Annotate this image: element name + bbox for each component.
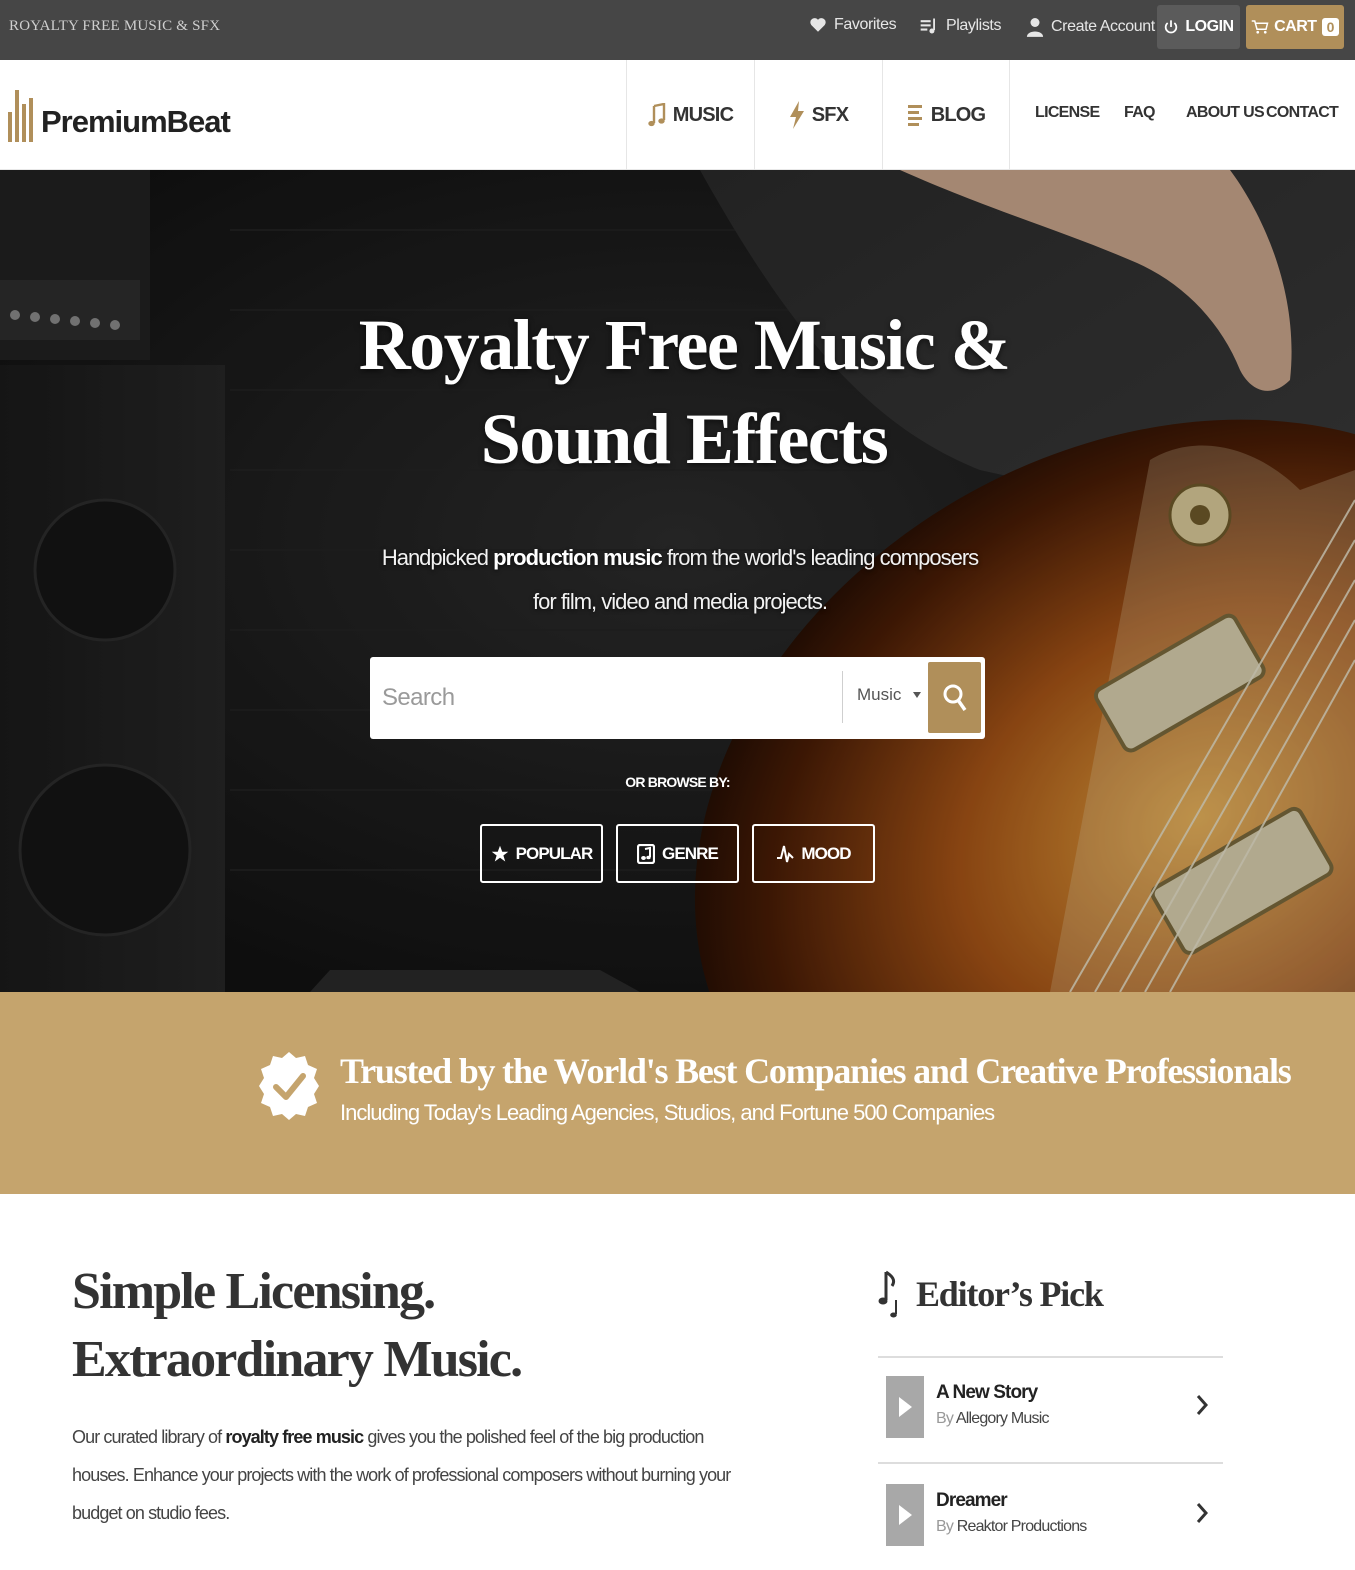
nav-divider bbox=[1009, 60, 1010, 170]
create-account-label: Create Account bbox=[1051, 18, 1155, 35]
music-note-icon bbox=[648, 103, 665, 127]
track-by-label: By bbox=[936, 1518, 954, 1535]
playlists-link[interactable]: Playlists bbox=[919, 16, 1001, 36]
eighth-note-icon bbox=[878, 1270, 897, 1318]
hero-subtitle-bold: production music bbox=[493, 545, 663, 570]
licensing-title: Simple Licensing. Extraordinary Music. bbox=[72, 1258, 523, 1394]
main-navigation: PremiumBeat MUSIC SFX BLOG LICENSE FAQ A… bbox=[0, 60, 1355, 170]
hero-title: Royalty Free Music & Sound Effects bbox=[358, 305, 1011, 479]
browse-genre-button[interactable]: GENRE bbox=[616, 824, 739, 883]
nav-sfx-label: SFX bbox=[811, 103, 849, 126]
track-artist-name[interactable]: Allegory Music bbox=[956, 1410, 1050, 1427]
search-input[interactable] bbox=[382, 667, 837, 729]
premiumbeat-logo[interactable]: PremiumBeat bbox=[8, 90, 231, 142]
editors-pick-divider bbox=[878, 1462, 1223, 1464]
track-item[interactable]: A New Story By Allegory Music bbox=[878, 1360, 1223, 1466]
play-button[interactable] bbox=[886, 1376, 924, 1438]
browse-popular-label: POPULAR bbox=[515, 843, 594, 863]
hero-section: Royalty Free Music & Sound Effects Handp… bbox=[0, 170, 1355, 992]
logo-text: PremiumBeat bbox=[41, 104, 231, 139]
trusted-title: Trusted by the World's Best Companies an… bbox=[340, 1051, 1292, 1091]
nav-about-us[interactable]: ABOUT US bbox=[1186, 104, 1265, 122]
chevron-right-icon[interactable] bbox=[1196, 1502, 1208, 1524]
editors-pick-divider bbox=[878, 1356, 1223, 1358]
nav-sfx[interactable]: SFX bbox=[754, 60, 882, 170]
browse-mood-label: MOOD bbox=[801, 843, 851, 863]
star-icon bbox=[491, 845, 508, 861]
nav-music[interactable]: MUSIC bbox=[626, 60, 754, 170]
lines-icon bbox=[907, 105, 922, 126]
track-title[interactable]: Dreamer bbox=[936, 1490, 1008, 1512]
search-divider bbox=[842, 671, 843, 723]
caret-down-icon bbox=[913, 692, 922, 698]
search-bar: Music bbox=[370, 657, 985, 739]
search-category-value: Music bbox=[857, 685, 902, 704]
hero-subtitle-text-2: from the world's leading composers bbox=[661, 545, 979, 570]
site-tagline: ROYALTY FREE MUSIC & SFX bbox=[9, 18, 221, 34]
music-sheet-icon bbox=[637, 843, 656, 864]
browse-mood-button[interactable]: MOOD bbox=[752, 824, 875, 883]
track-title[interactable]: A New Story bbox=[936, 1382, 1038, 1404]
trusted-band: Trusted by the World's Best Companies an… bbox=[0, 992, 1355, 1194]
login-button[interactable]: LOGIN bbox=[1157, 5, 1240, 49]
play-button[interactable] bbox=[886, 1484, 924, 1546]
nav-contact[interactable]: CONTACT bbox=[1266, 104, 1339, 122]
track-artist: By Allegory Music bbox=[936, 1410, 1049, 1428]
verified-badge-icon bbox=[259, 1052, 319, 1120]
play-icon bbox=[899, 1397, 912, 1417]
track-artist-name[interactable]: Reaktor Productions bbox=[957, 1518, 1088, 1535]
track-item[interactable]: Dreamer By Reaktor Productions bbox=[878, 1468, 1223, 1570]
favorites-label: Favorites bbox=[834, 16, 897, 33]
trusted-subtitle: Including Today's Leading Agencies, Stud… bbox=[340, 1100, 995, 1125]
licensing-title-line2: Extraordinary Music. bbox=[72, 1331, 523, 1388]
hero-subtitle-text: Handpicked bbox=[381, 545, 494, 570]
hero-subtitle: Handpicked production music from the wor… bbox=[330, 536, 1030, 624]
nav-music-label: MUSIC bbox=[672, 103, 734, 126]
user-icon bbox=[1026, 18, 1044, 37]
nav-blog-label: BLOG bbox=[930, 103, 986, 126]
waveform-icon bbox=[777, 845, 795, 862]
royalty-free-music-link[interactable]: royalty free music bbox=[225, 1427, 364, 1447]
search-icon bbox=[943, 684, 966, 711]
lightning-icon bbox=[789, 101, 804, 129]
cart-count-badge: 0 bbox=[1321, 18, 1339, 36]
track-by-label: By bbox=[936, 1410, 954, 1427]
nav-blog[interactable]: BLOG bbox=[882, 60, 1010, 170]
search-category-select[interactable]: Music bbox=[857, 685, 922, 705]
play-icon bbox=[899, 1505, 912, 1525]
top-utility-bar: ROYALTY FREE MUSIC & SFX Favorites Playl… bbox=[0, 0, 1355, 60]
browse-popular-button[interactable]: POPULAR bbox=[480, 824, 603, 883]
create-account-link[interactable]: Create Account bbox=[1026, 16, 1155, 38]
cart-button[interactable]: CART 0 bbox=[1246, 5, 1344, 49]
browse-by-label: OR BROWSE BY: bbox=[625, 774, 730, 790]
nav-license[interactable]: LICENSE bbox=[1035, 104, 1100, 122]
login-label: LOGIN bbox=[1185, 18, 1234, 35]
cart-label: CART bbox=[1274, 18, 1317, 35]
power-icon bbox=[1165, 20, 1178, 34]
playlist-icon bbox=[920, 18, 935, 34]
editors-pick-title: Editor’s Pick bbox=[916, 1274, 1104, 1314]
editors-pick-header: Editor’s Pick bbox=[878, 1270, 1104, 1318]
hero-subtitle-line2: for film, video and media projects. bbox=[533, 589, 828, 614]
browse-genre-label: GENRE bbox=[662, 843, 719, 863]
playlists-label: Playlists bbox=[946, 17, 1002, 34]
search-button[interactable] bbox=[928, 662, 981, 733]
logo-bars-icon bbox=[8, 90, 33, 142]
chevron-right-icon[interactable] bbox=[1196, 1394, 1208, 1416]
favorites-link[interactable]: Favorites bbox=[809, 16, 897, 34]
cart-icon bbox=[1251, 20, 1269, 34]
nav-faq[interactable]: FAQ bbox=[1124, 104, 1155, 122]
track-artist: By Reaktor Productions bbox=[936, 1518, 1087, 1536]
licensing-description: Our curated library of royalty free musi… bbox=[72, 1418, 762, 1532]
heart-icon bbox=[810, 18, 826, 32]
licensing-title-line1: Simple Licensing. bbox=[72, 1263, 436, 1320]
licensing-body-text: Our curated library of bbox=[72, 1427, 226, 1447]
